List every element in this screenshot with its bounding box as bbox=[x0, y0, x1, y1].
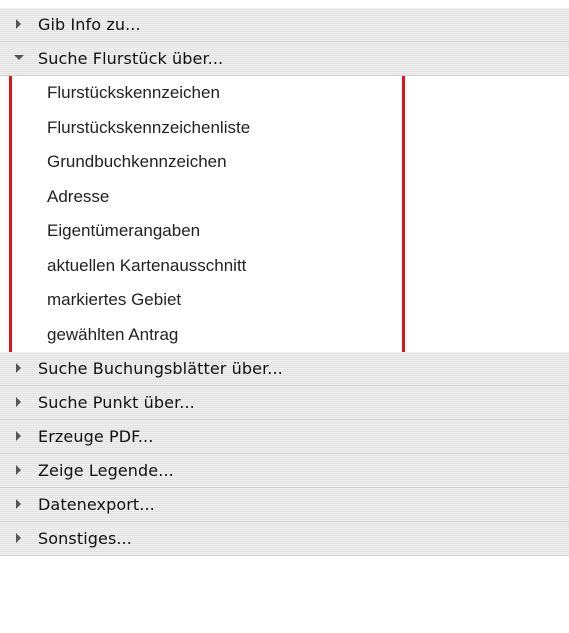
submenu-item-flurstueckskennzeichen[interactable]: Flurstückskennzeichen bbox=[0, 76, 569, 111]
submenu-item-adresse[interactable]: Adresse bbox=[0, 180, 569, 215]
section-label: Suche Flurstück über... bbox=[38, 49, 224, 68]
triangle-right-icon bbox=[14, 532, 26, 545]
section-suche-flurstueck[interactable]: Suche Flurstück über... bbox=[0, 42, 569, 76]
triangle-right-icon bbox=[14, 464, 26, 477]
section-gib-info[interactable]: Gib Info zu... bbox=[0, 8, 569, 42]
section-zeige-legende[interactable]: Zeige Legende... bbox=[0, 454, 569, 488]
section-label: Sonstiges... bbox=[38, 529, 132, 548]
submenu-item-markiertes-gebiet[interactable]: markiertes Gebiet bbox=[0, 283, 569, 318]
triangle-right-icon bbox=[14, 430, 26, 443]
section-label: Erzeuge PDF... bbox=[38, 427, 154, 446]
submenu-item-flurstueckskennzeichenliste[interactable]: Flurstückskennzeichenliste bbox=[0, 111, 569, 146]
flurstueck-submenu: Flurstückskennzeichen Flurstückskennzeic… bbox=[0, 76, 569, 352]
triangle-right-icon bbox=[14, 362, 26, 375]
submenu-item-kartenausschnitt[interactable]: aktuellen Kartenausschnitt bbox=[0, 249, 569, 284]
section-suche-punkt[interactable]: Suche Punkt über... bbox=[0, 386, 569, 420]
menu-panel: Gib Info zu... Suche Flurstück über... F… bbox=[0, 0, 569, 633]
submenu-item-gewaehlten-antrag[interactable]: gewählten Antrag bbox=[0, 318, 569, 353]
section-label: Gib Info zu... bbox=[38, 15, 141, 34]
submenu-item-grundbuchkennzeichen[interactable]: Grundbuchkennzeichen bbox=[0, 145, 569, 180]
section-label: Suche Buchungsblätter über... bbox=[38, 359, 283, 378]
triangle-right-icon bbox=[14, 498, 26, 511]
section-suche-flurstueck-group: Suche Flurstück über... Flurstückskennze… bbox=[0, 42, 569, 368]
section-label: Suche Punkt über... bbox=[38, 393, 195, 412]
section-erzeuge-pdf[interactable]: Erzeuge PDF... bbox=[0, 420, 569, 454]
triangle-right-icon bbox=[14, 396, 26, 409]
section-sonstiges[interactable]: Sonstiges... bbox=[0, 522, 569, 556]
section-label: Datenexport... bbox=[38, 495, 155, 514]
triangle-right-icon bbox=[14, 18, 26, 31]
submenu-item-eigentuemerangaben[interactable]: Eigentümerangaben bbox=[0, 214, 569, 249]
section-datenexport[interactable]: Datenexport... bbox=[0, 488, 569, 522]
top-spacer bbox=[0, 0, 569, 8]
triangle-down-icon bbox=[14, 53, 26, 65]
section-label: Zeige Legende... bbox=[38, 461, 174, 480]
section-suche-buchungsblaetter[interactable]: Suche Buchungsblätter über... bbox=[0, 352, 569, 386]
